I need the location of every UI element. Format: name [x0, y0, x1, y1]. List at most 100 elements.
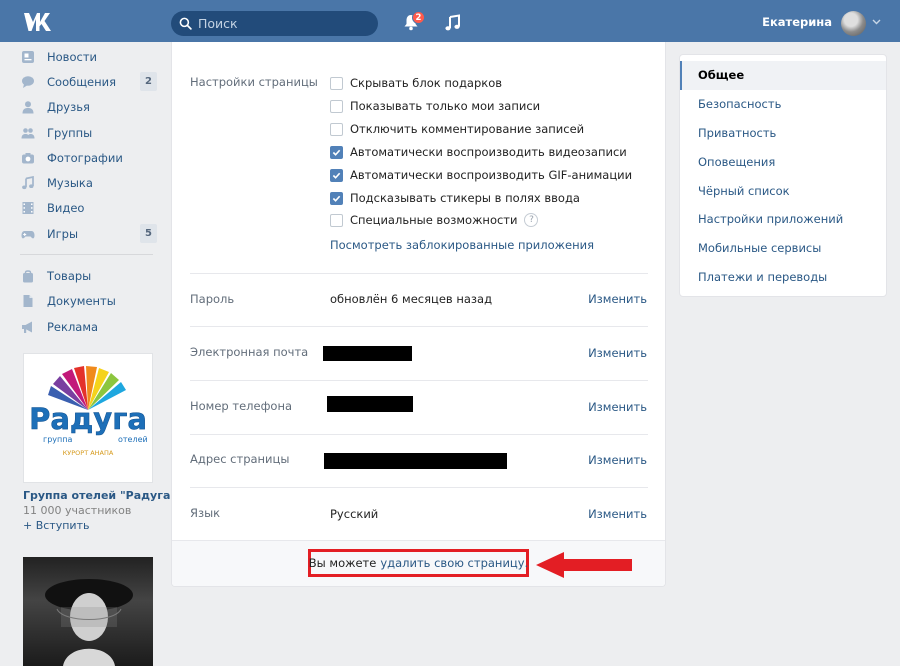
ad-logo-bottom: КУРОРТ АНАПА	[63, 449, 114, 457]
friends-icon	[20, 99, 36, 115]
language-value: Русский	[330, 507, 379, 521]
sidebar-item-goods[interactable]: Товары	[20, 263, 160, 288]
sidebar-item-label: Реклама	[47, 319, 99, 334]
menu-item-mobile-services[interactable]: Мобильные сервисы	[680, 234, 886, 263]
sidebar-item-label: Группы	[47, 125, 93, 140]
delete-page-link[interactable]: удалить свою страницу.	[380, 556, 528, 570]
checkbox[interactable]	[330, 76, 343, 90]
checkbox-label: Показывать только мои записи	[350, 99, 541, 113]
checkbox-label: Специальные возможности	[350, 213, 518, 227]
checkbox[interactable]	[330, 213, 343, 227]
ad-logo-right: отелей	[118, 435, 148, 444]
checkbox-hide-gifts[interactable]: Скрывать блок подарков	[330, 75, 502, 91]
sidebar-item-friends[interactable]: Друзья	[20, 95, 160, 120]
sidebar-item-label: Фотографии	[47, 150, 123, 165]
top-header: 2 Екатерина	[0, 0, 900, 42]
checkbox-autoplay-video[interactable]: Автоматически воспроизводить видеозаписи	[330, 144, 627, 160]
help-icon[interactable]: ?	[524, 213, 539, 227]
gamepad-icon	[20, 226, 36, 242]
phone-label: Номер телефона	[190, 399, 293, 413]
ad-group-logo[interactable]: Радуга группа отелей КУРОРТ АНАПА	[23, 353, 153, 483]
ad-logo-title: Радуга	[29, 402, 147, 436]
checkbox-only-my-posts[interactable]: Показывать только мои записи	[330, 98, 540, 114]
left-sidebar: Новости Сообщения 2 Друзья Группы Фотогр…	[20, 44, 160, 339]
checkbox[interactable]	[330, 122, 343, 136]
checkbox-label: Автоматически воспроизводить GIF-анимаци…	[350, 168, 633, 182]
checkbox[interactable]	[330, 99, 343, 113]
sidebar-item-groups[interactable]: Группы	[20, 120, 160, 145]
menu-item-general[interactable]: Общее	[680, 61, 886, 90]
checkbox-checked[interactable]	[330, 191, 343, 205]
sidebar-item-ads[interactable]: Реклама	[20, 314, 160, 339]
change-password-link[interactable]: Изменить	[588, 292, 647, 306]
games-count-badge: 5	[140, 224, 157, 244]
sidebar-item-label: Друзья	[47, 100, 90, 115]
search-bar[interactable]	[171, 11, 378, 36]
email-label: Электронная почта	[190, 345, 309, 359]
change-address-link[interactable]: Изменить	[588, 453, 647, 467]
search-icon	[179, 17, 192, 30]
row-divider	[190, 487, 648, 488]
checkbox-suggest-stickers[interactable]: Подсказывать стикеры в полях ввода	[330, 190, 580, 206]
music-player-icon[interactable]	[444, 14, 462, 32]
change-language-link[interactable]: Изменить	[588, 507, 647, 521]
checkbox-accessibility[interactable]: Специальные возможности ?	[330, 212, 539, 228]
checkbox-autoplay-gif[interactable]: Автоматически воспроизводить GIF-анимаци…	[330, 167, 632, 183]
sidebar-item-label: Игры	[47, 226, 79, 241]
groups-icon	[20, 125, 36, 141]
change-phone-link[interactable]: Изменить	[588, 400, 647, 414]
delete-page-highlight: Вы можете удалить свою страницу.	[308, 549, 529, 577]
ad-group-title[interactable]: Группа отелей "Радуга"	[23, 489, 176, 502]
redacted-phone	[327, 396, 413, 412]
avatar[interactable]	[841, 11, 866, 36]
chevron-down-icon[interactable]	[872, 19, 881, 25]
join-group-button[interactable]: + Вступить	[23, 519, 89, 532]
portrait-image	[45, 579, 133, 666]
checkbox-label: Автоматически воспроизводить видеозаписи	[350, 145, 627, 159]
checkbox-checked[interactable]	[330, 168, 343, 182]
settings-panel: Настройки страницы Скрывать блок подарко…	[171, 42, 666, 587]
vk-logo-icon[interactable]	[23, 10, 55, 32]
delete-page-text: Вы можете	[308, 556, 377, 570]
checkbox-checked[interactable]	[330, 145, 343, 159]
change-email-link[interactable]: Изменить	[588, 346, 647, 360]
red-arrow-icon	[536, 552, 632, 578]
menu-item-payments[interactable]: Платежи и переводы	[680, 263, 886, 292]
settings-menu: Общее Безопасность Приватность Оповещени…	[679, 54, 887, 297]
sidebar-item-photos[interactable]: Фотографии	[20, 145, 160, 170]
profile-name[interactable]: Екатерина	[762, 15, 832, 29]
ad-photo[interactable]	[23, 557, 153, 666]
checkbox-label: Подсказывать стикеры в полях ввода	[350, 191, 580, 205]
music-icon	[20, 175, 36, 191]
language-label: Язык	[190, 506, 221, 520]
menu-item-notifications[interactable]: Оповещения	[680, 147, 886, 176]
sidebar-item-messages[interactable]: Сообщения 2	[20, 69, 160, 94]
notification-badge: 2	[412, 11, 425, 24]
row-divider	[190, 434, 648, 435]
password-label: Пароль	[190, 292, 235, 306]
checkbox-disable-comments[interactable]: Отключить комментирование записей	[330, 121, 584, 137]
bag-icon	[20, 268, 36, 284]
sidebar-item-documents[interactable]: Документы	[20, 289, 160, 314]
menu-item-security[interactable]: Безопасность	[680, 90, 886, 119]
blocked-apps-link[interactable]: Посмотреть заблокированные приложения	[330, 238, 594, 252]
page-address-label: Адрес страницы	[190, 452, 290, 466]
search-input[interactable]	[198, 16, 368, 31]
menu-item-privacy[interactable]: Приватность	[680, 119, 886, 148]
sidebar-item-music[interactable]: Музыка	[20, 170, 160, 195]
sidebar-item-news[interactable]: Новости	[20, 44, 160, 69]
row-divider	[190, 380, 648, 381]
sidebar-item-label: Музыка	[47, 176, 93, 191]
checkbox-label: Скрывать блок подарков	[350, 76, 503, 90]
page-settings-label: Настройки страницы	[190, 75, 318, 89]
menu-item-app-settings[interactable]: Настройки приложений	[680, 205, 886, 234]
sidebar-item-games[interactable]: Игры 5	[20, 221, 160, 246]
sidebar-item-video[interactable]: Видео	[20, 196, 160, 221]
checkmark-icon	[332, 172, 341, 179]
menu-item-blacklist[interactable]: Чёрный список	[680, 176, 886, 205]
sidebar-item-label: Видео	[47, 201, 85, 216]
ad-group-members: 11 000 участников	[23, 504, 132, 517]
news-icon	[20, 49, 36, 65]
unread-count-badge: 2	[140, 72, 157, 92]
row-divider	[190, 326, 648, 327]
